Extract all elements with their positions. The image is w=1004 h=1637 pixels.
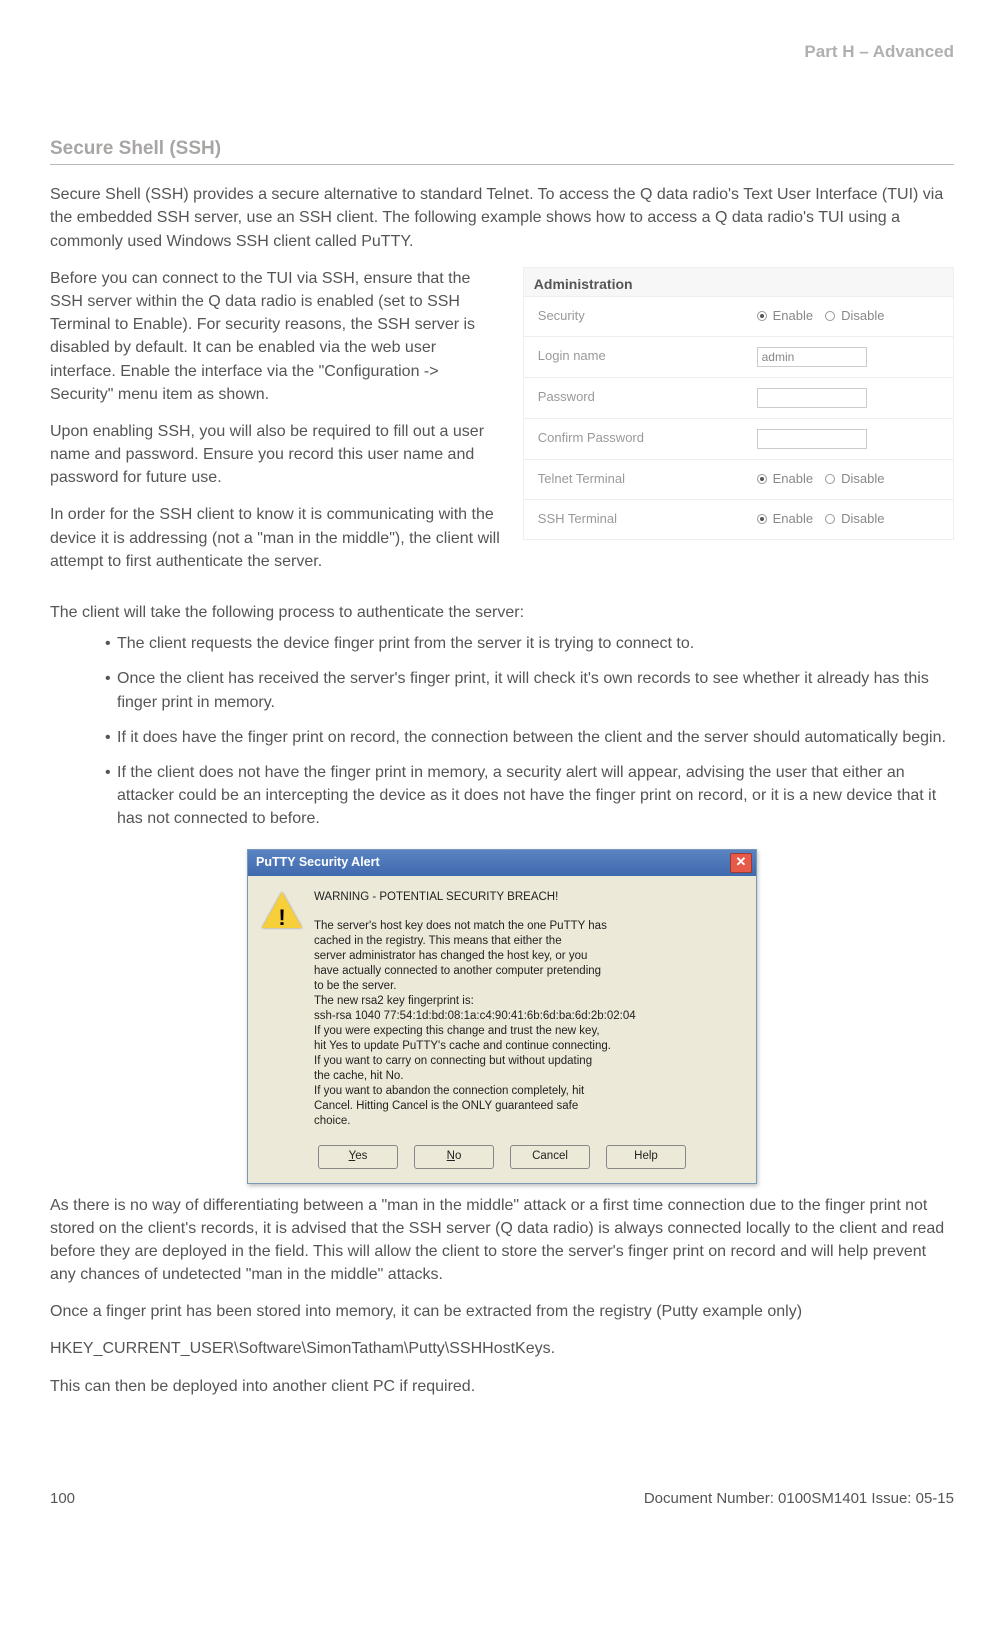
para-regkey: HKEY_CURRENT_USER\Software\SimonTatham\P… [50, 1337, 954, 1360]
putty-line: The server's host key does not match the… [314, 919, 636, 934]
yes-button[interactable]: Yes [318, 1145, 398, 1169]
putty-dialog: PuTTY Security Alert ✕ ! WARNING - POTEN… [247, 849, 757, 1184]
putty-line: to be the server. [314, 979, 636, 994]
radio-security-enable[interactable] [757, 311, 767, 321]
radio-label-disable: Disable [841, 307, 884, 326]
list-item: Once the client has received the server'… [105, 667, 954, 713]
para-after1: As there is no way of differentiating be… [50, 1194, 954, 1287]
section-title: Secure Shell (SSH) [50, 135, 954, 166]
radio-ssh-enable[interactable] [757, 514, 767, 524]
confirm-password-input[interactable] [757, 429, 867, 449]
putty-line: The new rsa2 key fingerprint is: [314, 994, 636, 1009]
page-number: 100 [50, 1488, 75, 1510]
radio-label-enable: Enable [773, 307, 813, 326]
admin-password-label: Password [538, 388, 757, 407]
radio-ssh-disable[interactable] [825, 514, 835, 524]
part-header: Part H – Advanced [50, 40, 954, 65]
putty-line: If you want to abandon the connection co… [314, 1084, 636, 1099]
putty-line: ssh-rsa 1040 77:54:1d:bd:08:1a:c4:90:41:… [314, 1009, 636, 1024]
radio-label-enable: Enable [773, 510, 813, 529]
putty-line: Cancel. Hitting Cancel is the ONLY guara… [314, 1099, 636, 1114]
radio-telnet-enable[interactable] [757, 474, 767, 484]
admin-confirm-label: Confirm Password [538, 429, 757, 448]
admin-login-label: Login name [538, 347, 757, 366]
putty-title: PuTTY Security Alert [256, 853, 380, 871]
putty-line: If you were expecting this change and tr… [314, 1024, 636, 1039]
putty-line: server administrator has changed the hos… [314, 949, 636, 964]
para-after3: This can then be deployed into another c… [50, 1375, 954, 1398]
list-item: If it does have the finger print on reco… [105, 726, 954, 749]
admin-security-label: Security [538, 307, 757, 326]
doc-number: Document Number: 0100SM1401 Issue: 05-15 [644, 1488, 954, 1510]
radio-label-disable: Disable [841, 470, 884, 489]
password-input[interactable] [757, 388, 867, 408]
putty-line: the cache, hit No. [314, 1069, 636, 1084]
putty-line: If you want to carry on connecting but w… [314, 1054, 636, 1069]
putty-warning-line: WARNING - POTENTIAL SECURITY BREACH! [314, 890, 636, 905]
auth-process-list: The client requests the device finger pr… [50, 632, 954, 830]
para-before: Before you can connect to the TUI via SS… [50, 267, 503, 406]
radio-telnet-disable[interactable] [825, 474, 835, 484]
putty-line: choice. [314, 1114, 636, 1129]
putty-line: have actually connected to another compu… [314, 964, 636, 979]
radio-label-disable: Disable [841, 510, 884, 529]
help-button[interactable]: Help [606, 1145, 686, 1169]
cancel-button[interactable]: Cancel [510, 1145, 590, 1169]
list-item: If the client does not have the finger p… [105, 761, 954, 831]
putty-text: WARNING - POTENTIAL SECURITY BREACH! The… [314, 890, 636, 1129]
login-name-input[interactable] [757, 347, 867, 367]
para-clientprocess: The client will take the following proce… [50, 601, 954, 624]
no-button[interactable]: No [414, 1145, 494, 1169]
intro-para: Secure Shell (SSH) provides a secure alt… [50, 183, 954, 253]
admin-panel: Administration Security Enable Disable L… [523, 267, 954, 540]
admin-telnet-label: Telnet Terminal [538, 470, 757, 489]
putty-line: cached in the registry. This means that … [314, 934, 636, 949]
list-item: The client requests the device finger pr… [105, 632, 954, 655]
para-upon: Upon enabling SSH, you will also be requ… [50, 420, 503, 490]
warning-icon: ! [262, 892, 302, 932]
radio-label-enable: Enable [773, 470, 813, 489]
admin-title: Administration [524, 268, 953, 296]
para-after2: Once a finger print has been stored into… [50, 1300, 954, 1323]
close-icon[interactable]: ✕ [730, 853, 752, 873]
putty-line: hit Yes to update PuTTY's cache and cont… [314, 1039, 636, 1054]
radio-security-disable[interactable] [825, 311, 835, 321]
admin-ssh-label: SSH Terminal [538, 510, 757, 529]
para-inorder: In order for the SSH client to know it i… [50, 503, 503, 573]
